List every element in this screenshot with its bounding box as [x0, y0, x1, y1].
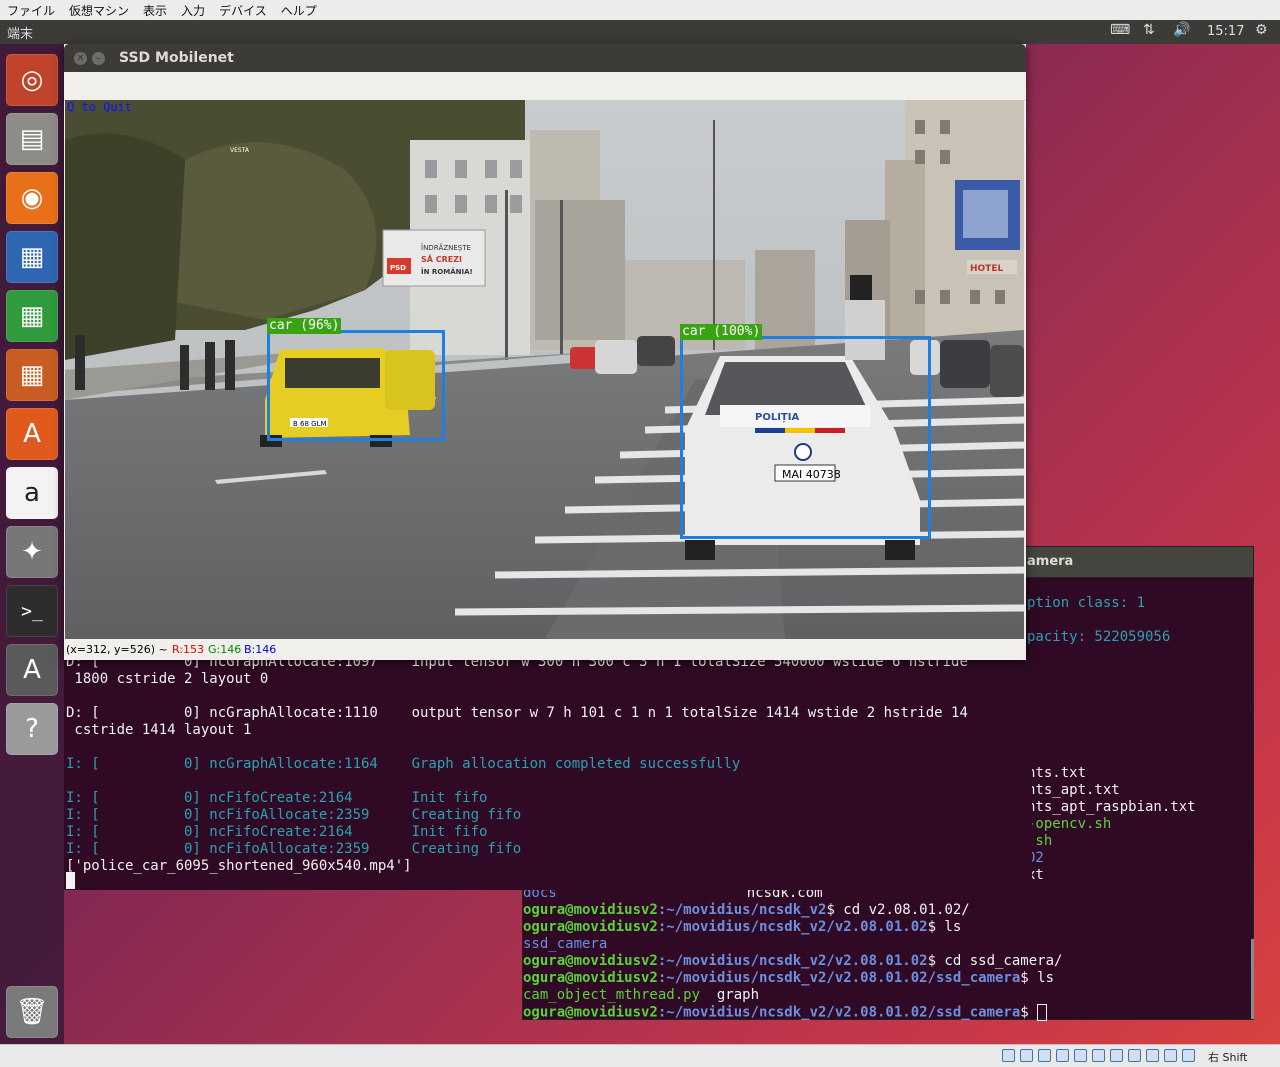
active-app-title: 端末 — [7, 27, 34, 42]
terminal-output-line: nts_apt_raspbian.txt — [1027, 799, 1196, 815]
detection-label-police-car: car (100%) — [680, 324, 763, 340]
terminal-output-line: ption class: 1 — [1027, 595, 1146, 611]
terminal-icon[interactable]: >_ — [6, 585, 58, 637]
impress-icon[interactable]: ▦ — [6, 349, 58, 401]
display-icon[interactable] — [1110, 1049, 1123, 1062]
terminal-window-foreground[interactable]: D: [ 0] ncGraphAllocate:1097 input tenso… — [64, 652, 1032, 890]
svg-text:SĂ CREZI: SĂ CREZI — [421, 253, 462, 264]
quit-hint: Q to Quit — [67, 100, 133, 114]
terminal-line: I: [ 0] ncFifoAllocate:2359 Creating fif… — [66, 807, 522, 823]
svg-text:VESTA: VESTA — [230, 147, 250, 154]
pixel-info-status-bar: (x=312, y=526) ~ R:153 G:146 B:146 — [64, 639, 1026, 660]
terminal-prompt-line: ogura@movidiusv2:~/movidius/ncsdk_v2/v2.… — [523, 919, 962, 935]
terminal-line: I: [ 0] ncFifoAllocate:2359 Creating fif… — [66, 841, 522, 857]
arrow-icon[interactable] — [1182, 1049, 1195, 1062]
ubuntu-dash-icon[interactable]: ◎ — [6, 54, 58, 106]
terminal-line: I: [ 0] ncFifoCreate:2164 Init fifo — [66, 790, 488, 806]
firefox-icon[interactable]: ◉ — [6, 172, 58, 224]
trash-icon[interactable]: 🗑 — [6, 986, 58, 1038]
software-center-icon[interactable]: A — [6, 408, 58, 460]
system-gear-icon[interactable]: ⚙ — [1255, 22, 1268, 38]
svg-text:ÎN ROMÂNIA!: ÎN ROMÂNIA! — [421, 267, 473, 276]
network-adapter-icon[interactable] — [1056, 1049, 1069, 1062]
detection-label-taxi: car (96%) — [267, 318, 342, 334]
menu-machine[interactable]: 仮想マシン — [62, 2, 136, 19]
ubuntu-top-panel: 端末 ⌨ ⇅ 🔊 15:17 ⚙ — [0, 20, 1280, 44]
terminal-line: ['police_car_6095_shortened_960x540.mp4'… — [66, 858, 412, 874]
files-icon[interactable]: ▤ — [6, 113, 58, 165]
pixel-green: G:146 — [208, 643, 242, 656]
svg-text:ÎNDRĂZNEȘTE: ÎNDRĂZNEȘTE — [421, 243, 471, 252]
usb-icon[interactable] — [1074, 1049, 1087, 1062]
window-title-bar[interactable]: ✕ – SSD Mobilenet — [64, 44, 1026, 72]
menu-help[interactable]: ヘルプ — [274, 2, 324, 19]
cpu-icon[interactable] — [1146, 1049, 1159, 1062]
software-updater-icon[interactable]: A — [6, 644, 58, 696]
optical-drive-icon[interactable] — [1020, 1049, 1033, 1062]
amazon-icon[interactable]: a — [6, 467, 58, 519]
window-title: SSD Mobilenet — [119, 50, 234, 66]
clock[interactable]: 15:17 — [1207, 24, 1244, 39]
mouse-integration-icon[interactable] — [1164, 1049, 1177, 1062]
terminal-prompt-line: ogura@movidiusv2:~/movidius/ncsdk_v2/v2.… — [523, 1004, 1048, 1022]
detection-box-police-car — [680, 336, 931, 539]
terminal-line: I: [ 0] ncGraphAllocate:1164 Graph alloc… — [66, 756, 741, 772]
unity-launcher: ◎ ▤ ◉ ▦ ▦ ▦ Aa ✦ >_ A? 🗑 — [0, 44, 64, 1044]
network-icon[interactable]: ⇅ — [1143, 22, 1155, 38]
terminal-output-line: nts_apt.txt — [1027, 782, 1120, 798]
pixel-blue: B:146 — [244, 643, 277, 656]
svg-text:PSD: PSD — [390, 264, 406, 272]
keyboard-icon[interactable]: ⌨ — [1110, 22, 1130, 38]
terminal-prompt-line: ogura@movidiusv2:~/movidius/ncsdk_v2/v2.… — [523, 953, 1063, 969]
virtualbox-menu-bar: ファイル 仮想マシン 表示 入力 デバイス ヘルプ — [0, 0, 1280, 21]
video-capture-icon[interactable] — [1128, 1049, 1141, 1062]
virtualbox-status-bar: 右 Shift — [0, 1044, 1280, 1067]
terminal-output-line: pacity: 522059056 — [1027, 629, 1171, 645]
menu-devices[interactable]: デバイス — [212, 2, 274, 19]
terminal-prompt-line: ogura@movidiusv2:~/movidius/ncsdk_v2$ cd… — [523, 902, 970, 918]
pixel-red: R:153 — [172, 643, 205, 656]
menu-file[interactable]: ファイル — [0, 2, 62, 19]
calc-icon[interactable]: ▦ — [6, 290, 58, 342]
terminal-title: amera — [1027, 554, 1074, 569]
cursor-position: (x=312, y=526) ~ — [66, 643, 168, 656]
settings-icon[interactable]: ✦ — [6, 526, 58, 578]
close-icon[interactable]: ✕ — [74, 52, 87, 65]
volume-icon[interactable]: 🔊 — [1173, 22, 1190, 38]
terminal-prompt-line: ogura@movidiusv2:~/movidius/ncsdk_v2/v2.… — [523, 970, 1055, 986]
terminal-output-line: cam_object_mthread.py graph — [523, 987, 760, 1003]
terminal-line: D: [ 0] ncGraphAllocate:1110 output tens… — [66, 705, 968, 721]
terminal-output-line: nts.txt — [1027, 765, 1087, 781]
minimize-icon[interactable]: – — [92, 52, 105, 65]
terminal-cursor — [1037, 1004, 1048, 1021]
shared-folders-icon[interactable] — [1092, 1049, 1105, 1062]
detection-box-taxi — [267, 330, 445, 441]
terminal-output-line: ssd_camera — [523, 936, 608, 952]
terminal-line: cstride 1414 layout 1 — [66, 722, 252, 738]
terminal-line: I: [ 0] ncFifoCreate:2164 Init fifo — [66, 824, 488, 840]
host-key-label: 右 Shift — [1208, 1051, 1248, 1064]
terminal-line: 1800 cstride 2 layout 0 — [66, 671, 269, 687]
menu-input[interactable]: 入力 — [174, 2, 212, 19]
help-icon[interactable]: ? — [6, 703, 58, 755]
writer-icon[interactable]: ▦ — [6, 231, 58, 283]
hard-disk-icon[interactable] — [1002, 1049, 1015, 1062]
terminal-cursor — [66, 872, 75, 889]
ssd-mobilenet-window[interactable]: ✕ – SSD Mobilenet ÎNDRĂZNEȘTE SĂ CREZI Î… — [64, 44, 1026, 660]
video-frame[interactable]: ÎNDRĂZNEȘTE SĂ CREZI ÎN ROMÂNIA! PSD HOT… — [65, 100, 1024, 639]
menu-view[interactable]: 表示 — [136, 2, 174, 19]
window-toolbar — [64, 72, 1026, 101]
audio-icon[interactable] — [1038, 1049, 1051, 1062]
svg-text:HOTEL: HOTEL — [970, 264, 1003, 274]
terminal-scrollbar[interactable] — [1251, 939, 1254, 1019]
terminal-output-line: -opencv.sh — [1027, 816, 1112, 832]
